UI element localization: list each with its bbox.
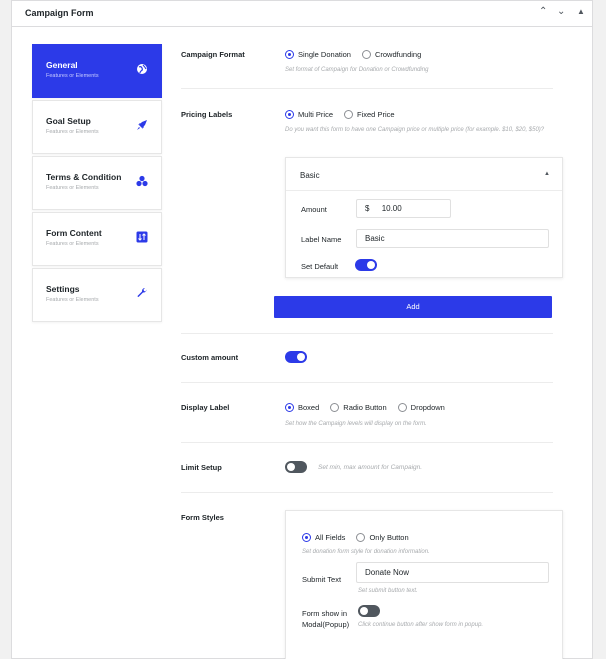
radio-label: Multi Price: [298, 110, 334, 119]
popup-label-line2: Modal(Popup): [302, 620, 350, 629]
circles-icon: [136, 175, 148, 187]
tab-label: General: [46, 60, 78, 70]
wrench-icon: [137, 287, 147, 297]
tab-sub: Features or Elements: [46, 185, 99, 191]
tab-terms-condition[interactable]: Terms & Condition Features or Elements: [32, 156, 162, 210]
currency-symbol: $: [365, 204, 370, 213]
radio-dot: [330, 403, 340, 412]
form-styles-label: Form Styles: [181, 513, 224, 522]
radio-all-fields[interactable]: All Fields: [302, 533, 345, 542]
pricing-labels-options: Multi Price Fixed Price: [285, 110, 406, 119]
radio-label: Radio Button: [343, 403, 387, 412]
collapse-triangle-icon[interactable]: ▲: [577, 5, 585, 19]
price-item-box: Basic ▲ Amount $ 10.00 Label Name Basic …: [285, 157, 563, 278]
label-name-label: Label Name: [301, 235, 342, 244]
radio-dot: [285, 110, 294, 119]
toggle-knob: [367, 261, 375, 269]
panel-title: Campaign Form: [25, 8, 94, 18]
submit-text-label: Submit Text: [302, 575, 342, 584]
radio-label: Crowdfunding: [374, 50, 422, 59]
radio-dropdown[interactable]: Dropdown: [397, 403, 445, 412]
divider: [181, 88, 553, 89]
tab-sub: Features or Elements: [46, 73, 99, 79]
custom-amount-toggle[interactable]: [285, 351, 307, 363]
radio-label: Boxed: [298, 403, 320, 412]
tab-form-content[interactable]: Form Content Features or Elements: [32, 212, 162, 266]
popup-label-line1: Form show in: [302, 609, 348, 618]
campaign-format-help: Set format of Campaign for Donation or C…: [285, 67, 429, 73]
radio-dot: [285, 403, 294, 412]
radio-dot: [302, 533, 311, 542]
chevron-up-icon[interactable]: ⌃: [539, 5, 547, 19]
pricing-labels-help: Do you want this form to have one Campai…: [285, 127, 545, 133]
radio-boxed[interactable]: Boxed: [285, 403, 319, 412]
rocket-icon: [137, 120, 147, 130]
radio-label: Only Button: [369, 533, 409, 542]
radio-dot: [285, 50, 294, 59]
radio-radio-button[interactable]: Radio Button: [330, 403, 387, 412]
form-styles-box: All Fields Only Button Set donation form…: [285, 510, 563, 659]
submit-text-input[interactable]: Donate Now: [356, 562, 549, 583]
radio-label: All Fields: [315, 533, 346, 542]
toggle-knob: [360, 607, 368, 615]
radio-label: Single Donation: [298, 50, 351, 59]
divider: [181, 442, 553, 443]
globe-icon: [137, 64, 147, 74]
tab-general[interactable]: General Features or Elements: [32, 44, 162, 98]
radio-multi-price[interactable]: Multi Price: [285, 110, 333, 119]
amount-label: Amount: [301, 205, 327, 214]
popup-help: Click continue button after show form in…: [358, 622, 484, 628]
toggle-knob: [287, 463, 295, 471]
toggle-knob: [297, 353, 305, 361]
radio-dot: [356, 533, 366, 542]
radio-dot: [397, 403, 407, 412]
radio-crowdfunding[interactable]: Crowdfunding: [361, 50, 422, 59]
tab-label: Terms & Condition: [46, 172, 122, 182]
limit-setup-toggle[interactable]: [285, 461, 307, 473]
radio-single-donation[interactable]: Single Donation: [285, 50, 351, 59]
pricing-labels-label: Pricing Labels: [181, 110, 233, 119]
tab-goal-setup[interactable]: Goal Setup Features or Elements: [32, 100, 162, 154]
display-label-options: Boxed Radio Button Dropdown: [285, 403, 456, 412]
tab-label: Goal Setup: [46, 116, 91, 126]
limit-setup-label: Limit Setup: [181, 463, 222, 472]
tab-label: Settings: [46, 284, 80, 294]
display-label-label: Display Label: [181, 403, 230, 412]
price-item-title: Basic: [300, 171, 320, 180]
chevron-down-icon[interactable]: ⌄: [557, 5, 565, 19]
limit-setup-help: Set min, max amount for Campaign.: [318, 464, 423, 471]
form-styles-help: Set donation form style for donation inf…: [302, 549, 430, 555]
label-name-input[interactable]: Basic: [356, 229, 549, 248]
divider: [286, 190, 562, 191]
radio-label: Fixed Price: [357, 110, 395, 119]
set-default-label: Set Default: [301, 262, 339, 271]
collapse-triangle-icon[interactable]: ▲: [544, 171, 550, 177]
panel-header: Campaign Form ⌃ ⌄ ▲: [12, 1, 592, 27]
divider: [181, 492, 553, 493]
divider: [181, 382, 553, 383]
tab-sub: Features or Elements: [46, 241, 99, 247]
tab-sub: Features or Elements: [46, 129, 99, 135]
radio-label: Dropdown: [410, 403, 445, 412]
amount-value: 10.00: [381, 204, 402, 213]
tab-settings[interactable]: Settings Features or Elements: [32, 268, 162, 322]
set-default-toggle[interactable]: [355, 259, 377, 271]
custom-amount-label: Custom amount: [181, 353, 239, 362]
popup-toggle[interactable]: [358, 605, 380, 617]
radio-only-button[interactable]: Only Button: [356, 533, 409, 542]
display-label-help: Set how the Campaign levels will display…: [285, 421, 427, 427]
tab-label: Form Content: [46, 228, 102, 238]
add-price-button[interactable]: Add: [274, 296, 552, 318]
divider: [181, 333, 553, 334]
tab-sub: Features or Elements: [46, 297, 99, 303]
campaign-format-label: Campaign Format: [181, 50, 245, 59]
radio-dot: [361, 50, 371, 59]
submit-text-help: Set submit button text.: [358, 588, 418, 594]
amount-input[interactable]: $ 10.00: [356, 199, 451, 218]
sort-icon: [136, 231, 148, 243]
campaign-format-options: Single Donation Crowdfunding: [285, 50, 432, 59]
radio-dot: [344, 110, 354, 119]
radio-fixed-price[interactable]: Fixed Price: [344, 110, 395, 119]
form-styles-options: All Fields Only Button: [302, 533, 420, 542]
